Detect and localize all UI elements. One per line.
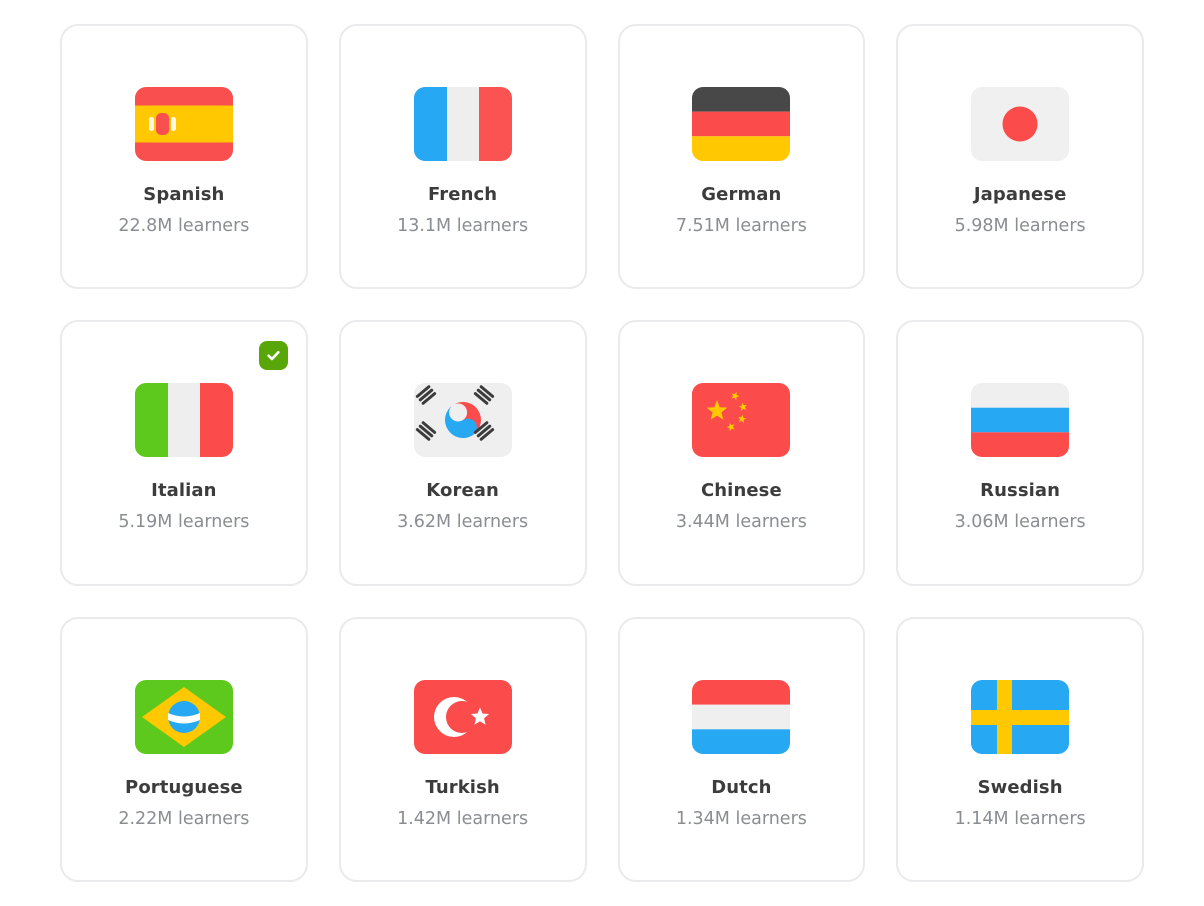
flag-china-icon <box>692 383 791 458</box>
learner-count: 5.19M learners <box>118 512 250 533</box>
language-name: French <box>428 184 498 205</box>
flag-wrapper <box>413 679 512 754</box>
flag-south-korea-icon <box>413 383 512 458</box>
flag-germany-icon <box>692 87 791 161</box>
flag-wrapper <box>692 383 791 458</box>
language-card-german[interactable]: German 7.51M learners <box>617 24 866 290</box>
language-card-french[interactable]: French 13.1M learners <box>338 24 587 290</box>
learner-count: 13.1M learners <box>397 216 529 236</box>
language-card-spanish[interactable]: Spanish 22.8M learners <box>60 24 308 290</box>
flag-wrapper <box>971 87 1070 161</box>
language-name: Korean <box>426 480 499 502</box>
language-card-swedish[interactable]: Swedish 1.14M learners <box>896 616 1144 882</box>
language-card-italian[interactable]: Italian 5.19M learners <box>60 320 308 586</box>
language-card-portuguese[interactable]: Portuguese 2.22M learners <box>60 616 308 882</box>
flag-wrapper <box>413 383 512 458</box>
flag-sweden-icon <box>971 679 1070 754</box>
flag-russia-icon <box>971 383 1070 458</box>
flag-wrapper <box>134 87 233 161</box>
language-card-russian[interactable]: Russian 3.06M learners <box>896 320 1144 586</box>
flag-spain-icon <box>134 87 233 161</box>
learner-count: 2.22M learners <box>118 808 250 829</box>
flag-wrapper <box>971 383 1070 458</box>
language-card-korean[interactable]: Korean 3.62M learners <box>338 320 587 586</box>
language-card-turkish[interactable]: Turkish 1.42M learners <box>338 616 587 882</box>
learner-count: 1.42M learners <box>397 808 529 829</box>
language-name: Portuguese <box>125 776 243 798</box>
flag-france-icon <box>413 87 512 161</box>
learner-count: 1.14M learners <box>954 808 1086 829</box>
flag-turkey-icon <box>413 679 512 754</box>
flag-netherlands-icon <box>692 679 791 754</box>
language-card-grid: Spanish 22.8M learners French 13.1M learner… <box>0 0 1204 906</box>
language-name: Spanish <box>143 184 225 205</box>
learner-count: 7.51M learners <box>675 216 807 236</box>
language-name: Japanese <box>973 184 1067 205</box>
learner-count: 3.62M learners <box>397 512 529 533</box>
language-card-dutch[interactable]: Dutch 1.34M learners <box>617 616 866 882</box>
language-name: Turkish <box>425 776 500 798</box>
learner-count: 22.8M learners <box>118 216 250 236</box>
flag-wrapper <box>134 679 233 754</box>
language-card-chinese[interactable]: Chinese 3.44M learners <box>617 320 866 586</box>
learner-count: 5.98M learners <box>954 216 1086 236</box>
flag-japan-icon <box>971 87 1070 161</box>
flag-brazil-icon <box>134 679 233 754</box>
flag-italy-icon <box>134 383 233 458</box>
language-card-japanese[interactable]: Japanese 5.98M learners <box>896 24 1144 290</box>
flag-wrapper <box>413 87 512 161</box>
learner-count: 3.06M learners <box>954 512 1086 533</box>
learner-count: 1.34M learners <box>675 808 807 829</box>
language-name: Dutch <box>711 776 772 798</box>
language-name: Russian <box>980 480 1061 502</box>
language-name: German <box>701 184 782 205</box>
selected-check-badge[interactable] <box>258 341 288 371</box>
flag-wrapper <box>692 87 791 161</box>
flag-wrapper <box>134 383 233 458</box>
language-name: Swedish <box>977 776 1063 798</box>
flag-wrapper <box>692 679 791 754</box>
language-name: Italian <box>151 480 217 502</box>
language-name: Chinese <box>700 480 782 502</box>
flag-wrapper <box>971 679 1070 754</box>
learner-count: 3.44M learners <box>675 512 807 533</box>
